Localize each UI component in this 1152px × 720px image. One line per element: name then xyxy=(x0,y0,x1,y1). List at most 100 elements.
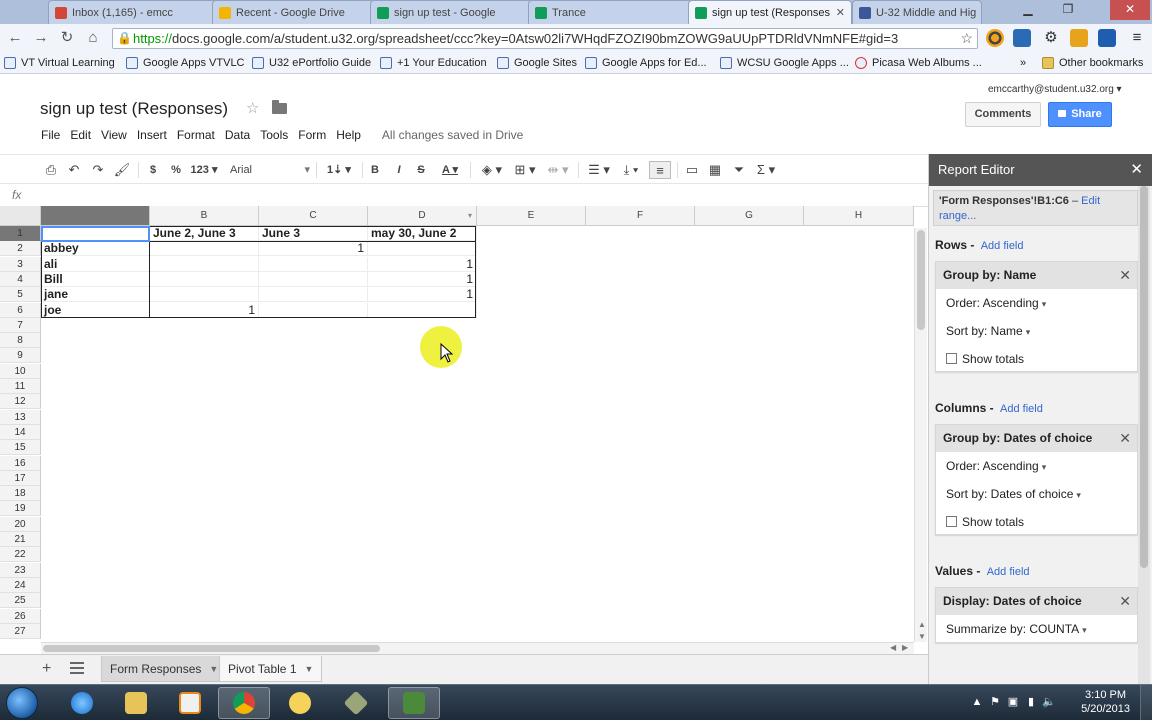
show-desktop-button[interactable] xyxy=(1140,685,1152,720)
gear-icon[interactable]: ⚙ xyxy=(1042,29,1060,47)
menu-form[interactable]: Form xyxy=(293,128,331,142)
bookmark-item[interactable]: U32 ePortfolio Guide xyxy=(252,55,371,71)
text-color-button[interactable]: A ▾ xyxy=(436,161,464,179)
column-header-f[interactable]: F xyxy=(586,206,695,226)
font-size-select[interactable]: 1⇣ ▾ xyxy=(322,161,356,179)
row-header[interactable]: 12 xyxy=(0,394,41,410)
table-cell[interactable] xyxy=(259,287,368,303)
column-menu-icon[interactable]: ▾ xyxy=(468,206,472,226)
taskbar-explorer[interactable] xyxy=(110,687,162,719)
table-cell[interactable]: may 30, June 2 xyxy=(368,226,477,241)
table-cell[interactable] xyxy=(150,287,259,303)
insert-chart-icon[interactable]: ▦ xyxy=(706,161,724,179)
table-cell[interactable]: Bill xyxy=(41,271,150,287)
menu-insert[interactable]: Insert xyxy=(132,128,172,142)
columns-show-totals[interactable]: Show totals xyxy=(936,508,1137,536)
select-all-corner[interactable] xyxy=(0,206,41,226)
row-header[interactable]: 13 xyxy=(0,409,41,425)
extension-icon[interactable] xyxy=(1013,29,1031,47)
row-header[interactable]: 2 xyxy=(0,241,41,257)
add-sheet-icon[interactable]: + xyxy=(42,660,51,678)
column-header-h[interactable]: H xyxy=(804,206,914,226)
document-title[interactable]: sign up test (Responses) xyxy=(40,99,228,119)
comments-button[interactable]: Comments xyxy=(965,102,1041,127)
row-header[interactable]: 26 xyxy=(0,608,41,624)
row-header[interactable]: 25 xyxy=(0,593,41,609)
horizontal-scrollbar[interactable] xyxy=(41,642,914,654)
remove-field-icon[interactable]: ✕ xyxy=(1119,425,1131,452)
rows-add-field-link[interactable]: Add field xyxy=(981,240,1024,252)
bookmark-item[interactable]: WCSU Google Apps ... xyxy=(720,55,849,71)
extension-icon[interactable] xyxy=(1098,29,1116,47)
menu-format[interactable]: Format xyxy=(172,128,220,142)
borders-icon[interactable]: ⊞ ▾ xyxy=(510,161,540,179)
row-header[interactable]: 21 xyxy=(0,532,41,547)
share-button[interactable]: Share xyxy=(1048,102,1112,127)
row-header[interactable]: 19 xyxy=(0,501,41,517)
redo-icon[interactable]: ↷ xyxy=(89,161,107,179)
spreadsheet-grid[interactable]: A B C D ▾ E F G H 1 2 3 4 5 6 7 8 9 10 11 12 13 14 15 16… xyxy=(0,206,914,642)
folder-icon[interactable] xyxy=(272,100,287,114)
minimize-icon[interactable]: ▁ xyxy=(1012,0,1044,20)
scrollbar-thumb[interactable] xyxy=(917,230,925,330)
panel-scrollbar[interactable] xyxy=(1138,186,1150,684)
row-header[interactable]: 20 xyxy=(0,516,41,532)
scrollbar-thumb[interactable] xyxy=(43,645,380,652)
bookmark-star-icon[interactable]: ☆ xyxy=(960,29,973,48)
browser-tab-active[interactable]: sign up test (Responses ✕ xyxy=(688,0,852,24)
bookmark-item[interactable]: VT Virtual Learning xyxy=(4,55,115,71)
values-summarize-select[interactable]: Summarize by: COUNTA ▾ xyxy=(936,615,1137,643)
bookmark-item[interactable]: Google Apps for Ed... xyxy=(585,55,707,71)
reload-icon[interactable]: ↻ xyxy=(58,29,76,47)
print-icon[interactable]: ⎙ xyxy=(42,161,60,179)
table-cell[interactable]: joe xyxy=(41,302,150,318)
table-cell[interactable]: June 3 xyxy=(259,226,368,241)
star-icon[interactable]: ☆ xyxy=(246,99,259,117)
menu-icon[interactable]: ≡ xyxy=(1128,29,1146,47)
network-icon[interactable]: ▣ xyxy=(1006,695,1020,709)
row-header[interactable]: 11 xyxy=(0,379,41,394)
table-cell[interactable] xyxy=(150,271,259,287)
remove-field-icon[interactable]: ✕ xyxy=(1119,262,1131,289)
table-cell[interactable] xyxy=(259,271,368,287)
row-header[interactable]: 6 xyxy=(0,302,41,318)
row-header[interactable]: 22 xyxy=(0,547,41,563)
taskbar-screen-recorder[interactable] xyxy=(388,687,440,719)
remove-field-icon[interactable]: ✕ xyxy=(1119,588,1131,615)
menu-view[interactable]: View xyxy=(96,128,132,142)
volume-icon[interactable]: 🔈 xyxy=(1042,695,1056,709)
browser-tab-trance[interactable]: Trance xyxy=(528,0,692,24)
currency-button[interactable]: $ xyxy=(146,161,160,179)
table-cell[interactable] xyxy=(150,256,259,272)
row-header[interactable]: 24 xyxy=(0,577,41,593)
column-header-e[interactable]: E xyxy=(477,206,586,226)
column-header-a[interactable]: A xyxy=(41,206,150,226)
menu-help[interactable]: Help xyxy=(331,128,366,142)
row-header[interactable]: 17 xyxy=(0,470,41,486)
extension-icon[interactable] xyxy=(1070,29,1088,47)
table-cell[interactable]: 1 xyxy=(368,287,477,303)
merge-cells-icon[interactable]: ⇹ ▾ xyxy=(542,161,574,179)
chevron-down-icon[interactable]: ▼ xyxy=(305,657,314,681)
row-header[interactable]: 15 xyxy=(0,440,41,456)
menu-tools[interactable]: Tools xyxy=(255,128,293,142)
show-totals-checkbox[interactable] xyxy=(946,516,957,527)
table-cell[interactable] xyxy=(259,256,368,272)
table-cell[interactable]: jane xyxy=(41,287,150,303)
scrollbar-thumb[interactable] xyxy=(1140,186,1148,568)
rows-order-select[interactable]: Order: Ascending ▾ xyxy=(936,289,1137,317)
values-add-field-link[interactable]: Add field xyxy=(987,566,1030,578)
taskbar-chrome[interactable] xyxy=(218,687,270,719)
sheet-tab-pivot-table[interactable]: Pivot Table 1 ▼ xyxy=(219,656,323,682)
row-header[interactable]: 10 xyxy=(0,363,41,379)
taskbar-app[interactable] xyxy=(274,687,326,719)
taskbar-ie[interactable] xyxy=(56,687,108,719)
row-header[interactable]: 1 xyxy=(0,226,41,241)
taskbar-app[interactable] xyxy=(330,687,382,719)
row-header[interactable]: 7 xyxy=(0,317,41,333)
table-cell[interactable]: ali xyxy=(41,256,150,272)
row-header[interactable]: 14 xyxy=(0,424,41,440)
strikethrough-button[interactable]: S xyxy=(414,161,428,179)
column-header-d[interactable]: D ▾ xyxy=(368,206,477,226)
forward-icon[interactable]: → xyxy=(32,29,50,47)
